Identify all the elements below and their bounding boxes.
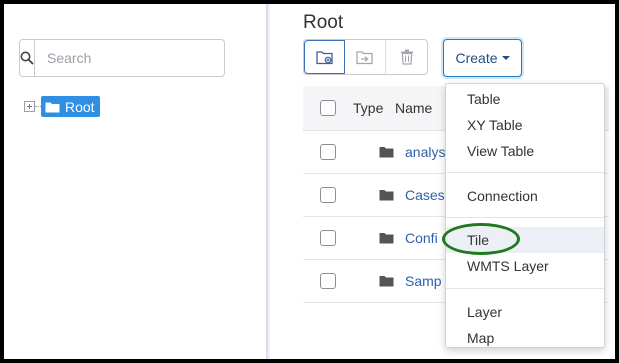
page-title: Root (303, 12, 344, 33)
caret-down-icon (501, 56, 510, 60)
row-name-link[interactable]: Samp (399, 273, 442, 289)
menu-divider (446, 288, 604, 289)
pane-divider[interactable] (266, 4, 270, 359)
folder-icon (379, 147, 394, 158)
folder-icon (379, 190, 394, 201)
window-frame: Root Root (0, 0, 619, 363)
row-name-link[interactable]: analys (399, 144, 445, 160)
row-checkbox[interactable] (319, 144, 336, 160)
move-icon (356, 50, 373, 64)
tree-root-row: Root (24, 96, 100, 117)
folder-icon (379, 233, 394, 244)
delete-button[interactable] (386, 40, 427, 74)
create-button[interactable]: Create (443, 39, 522, 77)
menu-item-view-table[interactable]: View Table (446, 138, 604, 164)
search-box[interactable] (19, 39, 230, 77)
expand-icon[interactable] (24, 101, 35, 112)
new-folder-button[interactable] (304, 40, 345, 74)
create-dropdown-menu: Table XY Table View Table Connection Til… (445, 83, 605, 348)
toolbar-button-group (303, 39, 428, 75)
column-header-name[interactable]: Name (395, 100, 432, 116)
trash-icon (400, 49, 413, 65)
menu-item-xy-table[interactable]: XY Table (446, 112, 604, 138)
left-pane: Root (4, 4, 266, 359)
menu-item-table[interactable]: Table (446, 86, 604, 112)
folder-icon (45, 102, 60, 112)
menu-divider (446, 172, 604, 173)
menu-item-map[interactable]: Map (446, 325, 604, 351)
row-checkbox[interactable] (319, 187, 336, 203)
row-name-link[interactable]: Confi (399, 230, 438, 246)
row-name-link[interactable]: Cases (399, 187, 445, 203)
tree-node-label: Root (65, 98, 95, 115)
row-checkbox[interactable] (319, 230, 336, 246)
search-icon[interactable] (20, 40, 35, 76)
tree-node-root[interactable]: Root (41, 96, 100, 117)
menu-item-wmts-layer[interactable]: WMTS Layer (446, 253, 604, 279)
menu-item-connection[interactable]: Connection (446, 183, 604, 209)
search-input[interactable] (35, 40, 230, 76)
new-folder-icon (315, 50, 333, 64)
menu-divider (446, 217, 604, 218)
create-button-label: Create (455, 50, 498, 66)
row-checkbox[interactable] (319, 273, 336, 289)
select-all-checkbox[interactable] (319, 100, 336, 116)
move-button[interactable] (345, 40, 386, 74)
folder-icon (379, 276, 394, 287)
annotation-highlight-circle (442, 223, 520, 255)
menu-item-layer[interactable]: Layer (446, 299, 604, 325)
column-header-type[interactable]: Type (352, 100, 395, 116)
